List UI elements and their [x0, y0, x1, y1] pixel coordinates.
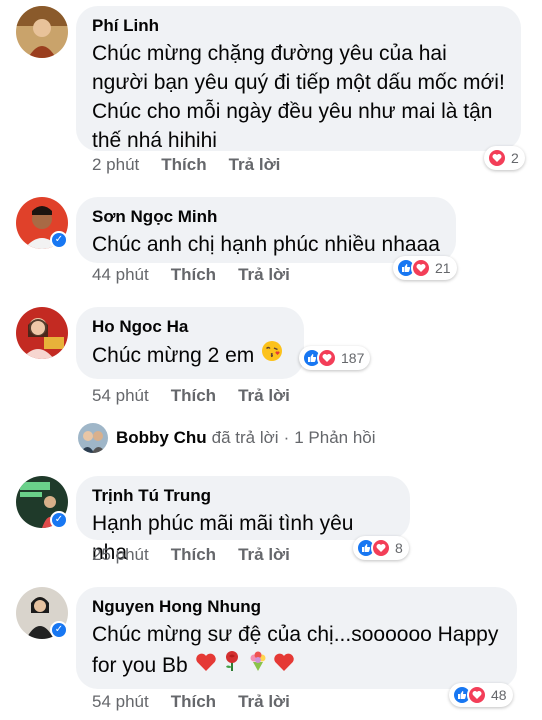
reaction-count: 8: [395, 540, 403, 556]
reaction-count: 2: [511, 150, 519, 166]
comment-bubble: Sơn Ngọc Minh Chúc anh chị hạnh phúc nhi…: [76, 197, 456, 263]
separator: ·: [283, 428, 290, 447]
like-button[interactable]: Thích: [171, 386, 216, 406]
reply-button[interactable]: Trả lời: [229, 155, 281, 175]
like-button[interactable]: Thích: [161, 155, 206, 175]
comment-author[interactable]: Trịnh Tú Trung: [92, 486, 394, 506]
reaction-summary[interactable]: 8: [353, 536, 409, 560]
like-button[interactable]: Thích: [171, 265, 216, 285]
like-button[interactable]: Thích: [171, 545, 216, 565]
red-heart-emoji: [195, 651, 217, 680]
comment-time[interactable]: 25 phút: [92, 545, 149, 565]
comment-author[interactable]: Sơn Ngọc Minh: [92, 207, 440, 227]
comment-text: Chúc mừng chặng đường yêu của hai người …: [92, 42, 505, 152]
reaction-count: 48: [491, 687, 507, 703]
comment-bubble: Nguyen Hong Nhung Chúc mừng sư đệ của ch…: [76, 587, 517, 689]
love-icon: [487, 148, 507, 168]
comment-time[interactable]: 44 phút: [92, 265, 149, 285]
verified-badge-icon: ✓: [50, 511, 68, 529]
reaction-summary[interactable]: 48: [449, 683, 513, 707]
reply-author[interactable]: Bobby Chu: [116, 428, 207, 448]
comment-time[interactable]: 54 phút: [92, 692, 149, 712]
reply-count[interactable]: 1 Phản hồi: [294, 428, 375, 448]
comment-actions: 2 phút Thích Trả lời: [92, 155, 280, 175]
like-button[interactable]: Thích: [171, 692, 216, 712]
avatar[interactable]: [16, 307, 68, 359]
love-icon: [411, 258, 431, 278]
comment-text-row: for you Bb: [92, 650, 501, 680]
comment-text: Chúc anh chị hạnh phúc nhiều nhaaa: [92, 233, 440, 256]
comment-text: for you Bb: [92, 653, 188, 677]
comment-author[interactable]: Ho Ngoc Ha: [92, 317, 288, 337]
comment-time[interactable]: 54 phút: [92, 386, 149, 406]
verified-badge-icon: ✓: [50, 231, 68, 249]
comment-time[interactable]: 2 phút: [92, 155, 139, 175]
bouquet-emoji: [247, 650, 269, 680]
replies-summary[interactable]: Bobby Chu đã trả lời · 1 Phản hồi: [78, 423, 376, 453]
reply-button[interactable]: Trả lời: [238, 265, 290, 285]
reply-button[interactable]: Trả lời: [238, 386, 290, 406]
kissing-heart-emoji: [261, 340, 283, 370]
love-icon: [317, 348, 337, 368]
comment-text: Chúc mừng 2 em: [92, 343, 255, 367]
avatar[interactable]: [16, 6, 68, 58]
red-heart-emoji: [273, 651, 295, 680]
love-icon: [467, 685, 487, 705]
comment-bubble: Trịnh Tú Trung Hạnh phúc mãi mãi tình yê…: [76, 476, 410, 564]
comment-actions: 25 phút Thích Trả lời: [92, 545, 290, 565]
reaction-summary[interactable]: 21: [393, 256, 457, 280]
reaction-count: 21: [435, 260, 451, 276]
comment-author[interactable]: Phí Linh: [92, 16, 505, 36]
rose-emoji: [221, 650, 243, 680]
avatar: [78, 423, 108, 453]
reply-button[interactable]: Trả lời: [238, 692, 290, 712]
comment-author[interactable]: Nguyen Hong Nhung: [92, 597, 501, 617]
verified-badge-icon: ✓: [50, 621, 68, 639]
comment-actions: 44 phút Thích Trả lời: [92, 265, 290, 285]
reaction-summary[interactable]: 2: [484, 146, 525, 170]
reaction-summary[interactable]: 187: [299, 346, 371, 370]
reaction-count: 187: [341, 350, 365, 366]
comment-bubble: Ho Ngoc Ha Chúc mừng 2 em: [76, 307, 304, 379]
comment-actions: 54 phút Thích Trả lời: [92, 386, 290, 406]
love-icon: [371, 538, 391, 558]
comment-actions: 54 phút Thích Trả lời: [92, 692, 290, 712]
comment-text-row: Chúc mừng 2 em: [92, 340, 288, 370]
reply-button[interactable]: Trả lời: [238, 545, 290, 565]
comment-bubble: Phí Linh Chúc mừng chặng đường yêu của h…: [76, 6, 521, 152]
reply-action-text: đã trả lời: [211, 428, 279, 447]
comment-text: Chúc mừng sư đệ của chị...soooooo Happy: [92, 623, 499, 646]
